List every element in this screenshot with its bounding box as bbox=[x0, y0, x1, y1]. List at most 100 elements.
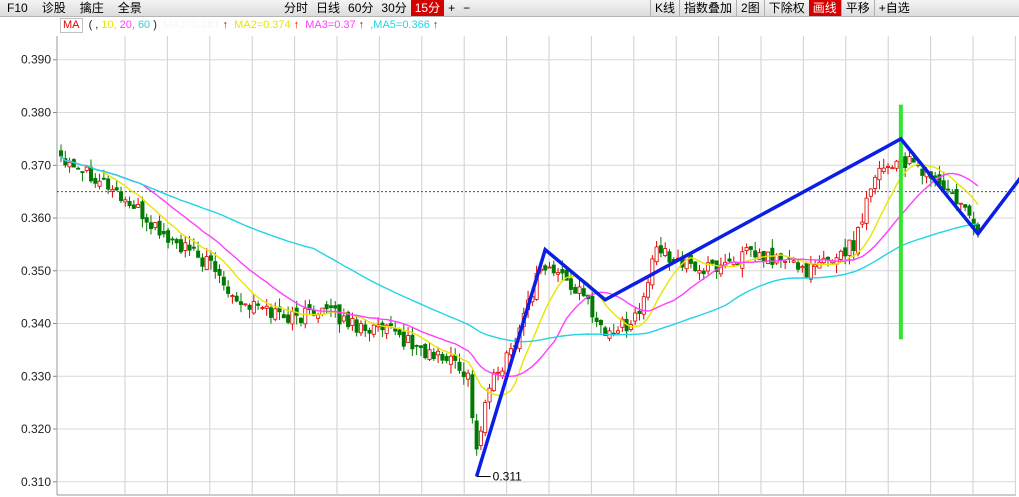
candle-body bbox=[354, 319, 359, 333]
candle bbox=[487, 383, 492, 410]
candle-body bbox=[577, 286, 582, 294]
candle-body bbox=[796, 262, 801, 270]
candle-body bbox=[401, 331, 406, 347]
candle bbox=[491, 368, 496, 392]
candle-body bbox=[616, 330, 621, 334]
candle-body bbox=[487, 387, 492, 403]
candle-body bbox=[358, 323, 363, 334]
candle bbox=[860, 213, 865, 228]
candle-body bbox=[890, 167, 895, 170]
candle-body bbox=[581, 288, 586, 297]
candle-body bbox=[183, 242, 188, 251]
candle-body bbox=[590, 295, 595, 318]
candle-body bbox=[470, 374, 475, 419]
candle-body bbox=[234, 295, 239, 302]
candle-body bbox=[967, 205, 972, 216]
candle bbox=[140, 196, 145, 228]
candle bbox=[440, 351, 445, 364]
candle-body bbox=[637, 310, 642, 314]
candle-body bbox=[748, 246, 753, 250]
candle bbox=[727, 252, 732, 263]
candle bbox=[286, 306, 291, 325]
candle-body bbox=[213, 261, 218, 272]
candle-body bbox=[273, 308, 278, 320]
candle-body bbox=[868, 188, 873, 197]
candle-body bbox=[226, 286, 231, 294]
candle-body bbox=[397, 329, 402, 336]
candle-body bbox=[444, 355, 449, 361]
candle bbox=[598, 319, 603, 334]
candle-body bbox=[84, 166, 89, 171]
candle-body bbox=[568, 278, 573, 290]
candle-body bbox=[496, 371, 501, 374]
candle-body bbox=[710, 259, 715, 264]
candle bbox=[174, 237, 179, 249]
candle bbox=[920, 168, 925, 185]
candle-body bbox=[474, 420, 479, 450]
candle bbox=[697, 264, 702, 280]
candle-body bbox=[658, 245, 663, 254]
candle bbox=[423, 342, 428, 360]
candle-body bbox=[350, 318, 355, 326]
candle-body bbox=[324, 304, 329, 310]
candle-body bbox=[140, 201, 145, 220]
candle-body bbox=[427, 349, 432, 360]
candle-body bbox=[727, 258, 732, 262]
candle bbox=[380, 320, 385, 338]
candle-body bbox=[196, 250, 201, 258]
candle bbox=[693, 261, 698, 273]
candle bbox=[260, 305, 265, 310]
candle-body bbox=[281, 314, 286, 319]
candle-body bbox=[337, 304, 342, 325]
candle-body bbox=[958, 202, 963, 205]
candle-body bbox=[663, 248, 668, 256]
candle bbox=[577, 278, 582, 301]
candle bbox=[341, 308, 346, 324]
candle-body bbox=[166, 230, 171, 243]
price-chart[interactable]: 0.310 0.320 0.330 0.340 0.350 0.360 0.370 0.380… bbox=[0, 0, 1019, 497]
candle bbox=[556, 268, 561, 283]
candle-body bbox=[543, 265, 548, 271]
candle bbox=[204, 248, 209, 271]
candle-body bbox=[864, 197, 869, 224]
candle bbox=[333, 301, 338, 318]
candle-body bbox=[560, 269, 565, 274]
candle bbox=[118, 186, 123, 204]
candle-body bbox=[367, 329, 372, 334]
candle bbox=[161, 223, 166, 238]
candle-body bbox=[290, 311, 295, 325]
candle-body bbox=[333, 305, 338, 309]
candle-body bbox=[418, 345, 423, 348]
candle bbox=[93, 173, 98, 188]
candle bbox=[247, 303, 252, 319]
candle bbox=[804, 261, 809, 278]
candle bbox=[251, 293, 256, 315]
candle bbox=[663, 242, 668, 258]
candle-body bbox=[847, 239, 852, 257]
candle-body bbox=[693, 261, 698, 271]
candle bbox=[748, 245, 753, 257]
candle bbox=[230, 294, 235, 304]
candle-body bbox=[667, 251, 672, 263]
candle-body bbox=[946, 188, 951, 191]
candle-body bbox=[431, 352, 436, 360]
candle bbox=[354, 314, 359, 337]
y-tick-label: 0.380 bbox=[21, 106, 51, 120]
candle bbox=[328, 298, 333, 318]
candle-body bbox=[191, 246, 196, 249]
candle bbox=[243, 303, 248, 307]
y-tick-label: 0.320 bbox=[21, 422, 51, 436]
candle-body bbox=[594, 317, 599, 323]
candle-body bbox=[406, 335, 411, 343]
candle-body bbox=[826, 256, 831, 260]
candle bbox=[474, 413, 479, 456]
y-axis: 0.310 0.320 0.330 0.340 0.350 0.360 0.370 0.380… bbox=[21, 53, 57, 489]
candle-body bbox=[268, 307, 273, 318]
candle bbox=[658, 237, 663, 258]
candle-body bbox=[59, 150, 64, 157]
y-tick-label: 0.390 bbox=[21, 53, 51, 67]
candle-body bbox=[264, 305, 269, 309]
candle-body bbox=[230, 295, 235, 297]
candle bbox=[641, 292, 646, 320]
candle-body bbox=[688, 254, 693, 264]
